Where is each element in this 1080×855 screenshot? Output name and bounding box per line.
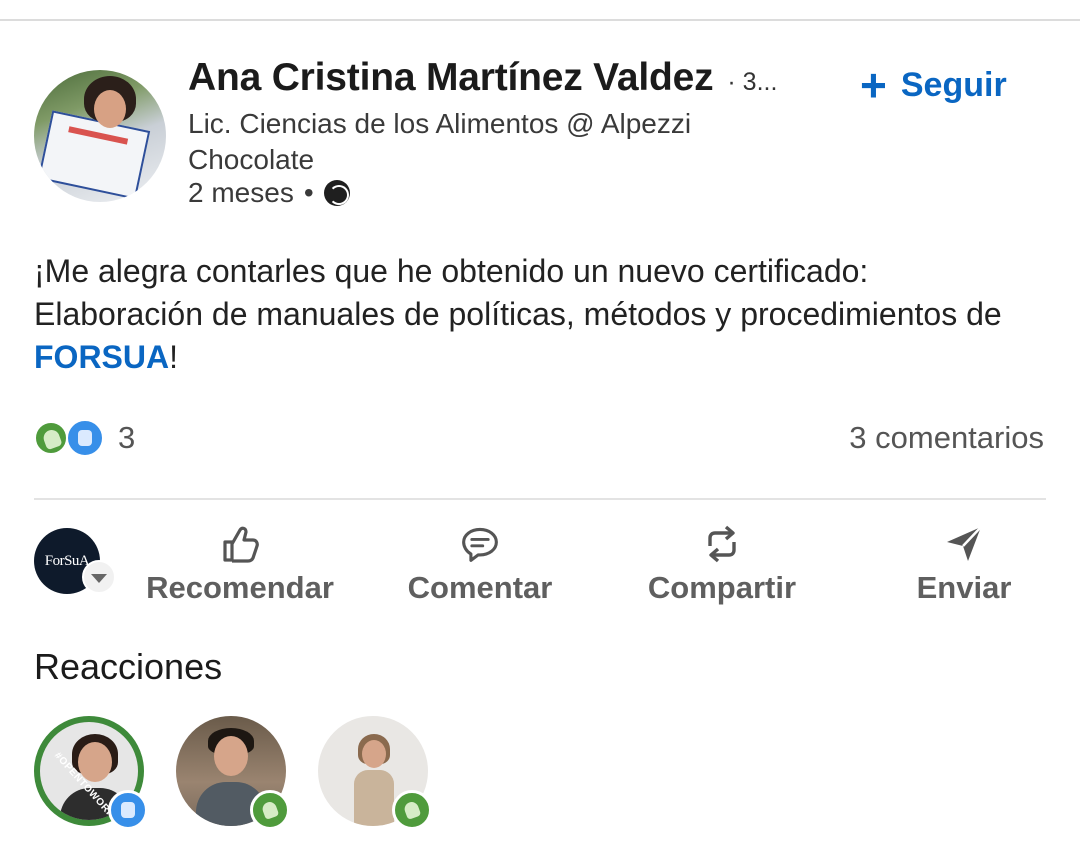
reactor-avatar[interactable]: #OPENTOWORK bbox=[34, 716, 148, 830]
author-headline: Lic. Ciencias de los Alimentos @ Alpezzi… bbox=[188, 108, 692, 175]
clap-icon bbox=[250, 790, 290, 830]
send-label: Enviar bbox=[916, 570, 1012, 605]
connection-degree: · 3... bbox=[727, 68, 778, 96]
author-face bbox=[94, 90, 126, 128]
send-button[interactable]: Enviar bbox=[864, 524, 1064, 606]
reactor-face bbox=[214, 736, 248, 776]
top-divider bbox=[0, 19, 1080, 21]
actions-divider bbox=[34, 498, 1046, 500]
like-button[interactable]: Recomendar bbox=[140, 524, 340, 606]
send-icon bbox=[944, 524, 984, 564]
globe-icon bbox=[323, 180, 350, 206]
meta-separator: • bbox=[303, 177, 314, 208]
post-text: ¡Me alegra contarles que he obtenido un … bbox=[34, 250, 1044, 379]
post-time: 2 meses bbox=[188, 177, 294, 208]
author-avatar[interactable] bbox=[34, 70, 166, 202]
comment-label: Comentar bbox=[407, 570, 553, 605]
reactor-avatar[interactable] bbox=[318, 716, 432, 830]
reaction-count[interactable]: 3 bbox=[118, 420, 135, 456]
author-name-row: Ana Cristina Martínez Valdez · 3... bbox=[188, 56, 777, 100]
comments-count-link[interactable]: 3 comentarios bbox=[849, 420, 1044, 456]
like-label: Recomendar bbox=[146, 570, 334, 605]
clap-icon bbox=[392, 790, 432, 830]
like-icon bbox=[108, 790, 148, 830]
repost-icon bbox=[702, 524, 742, 564]
clap-icon bbox=[34, 421, 68, 455]
certificate-photo bbox=[37, 110, 151, 200]
post-text-end: ! bbox=[169, 339, 178, 375]
author-name[interactable]: Ana Cristina Martínez Valdez bbox=[188, 56, 714, 100]
company-mention-link[interactable]: FORSUA bbox=[34, 339, 169, 375]
comment-icon bbox=[460, 524, 500, 564]
thumbs-up-icon bbox=[220, 524, 260, 564]
share-label: Compartir bbox=[647, 570, 797, 605]
share-button[interactable]: Compartir bbox=[622, 524, 822, 606]
follow-button[interactable]: + Seguir bbox=[860, 62, 1007, 108]
plus-icon: + bbox=[860, 59, 887, 111]
like-icon bbox=[66, 419, 104, 457]
post-text-body: ¡Me alegra contarles que he obtenido un … bbox=[34, 253, 1002, 332]
post-meta: 2 meses • bbox=[188, 177, 350, 209]
reactor-body bbox=[354, 770, 394, 826]
reaction-icons[interactable] bbox=[34, 419, 106, 457]
reactor-face bbox=[362, 740, 386, 768]
reactor-avatar[interactable] bbox=[176, 716, 290, 830]
chevron-down-icon[interactable] bbox=[82, 560, 116, 594]
follow-label: Seguir bbox=[900, 65, 1007, 104]
reactions-heading: Reacciones bbox=[34, 646, 223, 687]
actor-logo-text: ForSuA bbox=[44, 552, 90, 569]
comment-button[interactable]: Comentar bbox=[380, 524, 580, 606]
